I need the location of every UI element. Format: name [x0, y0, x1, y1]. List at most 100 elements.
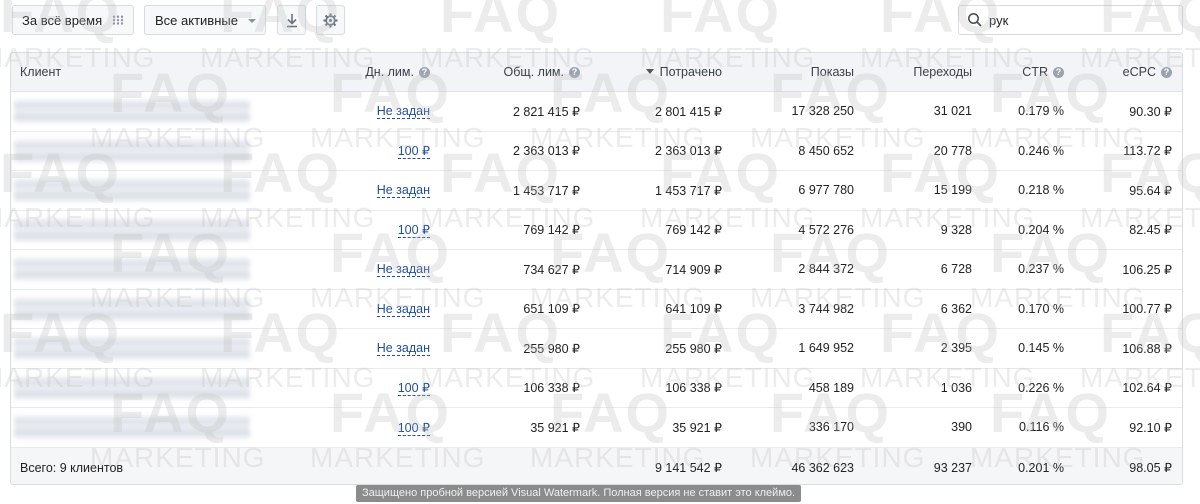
client-name-redacted[interactable]: [14, 374, 250, 401]
daily-limit-link[interactable]: 100 ₽: [397, 144, 430, 160]
ctr-cell: 0.218 %: [982, 170, 1074, 211]
gear-icon: [323, 12, 338, 28]
chevron-down-icon: [248, 19, 256, 23]
column-header-impressions[interactable]: Показы: [732, 53, 864, 92]
clicks-cell: 390: [864, 407, 982, 448]
spent-cell: 106 338 ₽: [590, 368, 732, 408]
client-name-redacted[interactable]: [14, 414, 250, 441]
table-row[interactable]: Не задан 1 453 717 ₽1 453 717 ₽6 977 780 1…: [11, 170, 1182, 211]
spent-cell: 714 909 ₽: [590, 249, 732, 290]
clicks-cell: 6 728: [864, 249, 982, 290]
daily-limit-link[interactable]: Не задан: [376, 301, 430, 317]
table-row[interactable]: Не задан 2 821 415 ₽2 801 415 ₽17 328 250…: [11, 91, 1182, 132]
download-button[interactable]: [277, 5, 306, 35]
daily-limit-cell: Не задан: [239, 170, 440, 211]
daily-limit-link[interactable]: Не задан: [376, 183, 430, 199]
daily-limit-link[interactable]: Не задан: [376, 104, 430, 120]
daily-limit-cell: Не задан: [239, 249, 440, 290]
clicks-cell: 6 362: [864, 289, 982, 329]
column-header-ecpc-label: eCPC: [1122, 65, 1156, 79]
spent-cell: 1 453 717 ₽: [590, 170, 732, 211]
column-header-ecpc[interactable]: eCPC?: [1074, 53, 1182, 92]
status-filter-dropdown[interactable]: Все активные: [144, 5, 266, 35]
table-row[interactable]: 100 ₽35 921 ₽35 921 ₽336 170 390 0.116 % 92…: [11, 407, 1182, 448]
table-row[interactable]: 100 ₽2 363 013 ₽2 363 013 ₽8 450 652 20 7…: [11, 131, 1182, 171]
impressions-cell: 17 328 250: [732, 91, 864, 132]
status-filter-label: Все активные: [155, 12, 238, 28]
search-box[interactable]: [958, 5, 1183, 35]
client-name-redacted[interactable]: [14, 295, 250, 322]
spent-cell: 2 363 013 ₽: [590, 131, 732, 171]
table-header-row: Клиент Дн. лим.? Общ. лим.? Потрачено По…: [11, 53, 1182, 92]
client-name-cell: [11, 368, 250, 408]
column-header-ctr[interactable]: CTR?: [982, 53, 1074, 92]
column-header-client[interactable]: Клиент: [11, 53, 239, 92]
ecpc-cell: 106.25 ₽: [1074, 249, 1182, 290]
client-name-redacted[interactable]: [14, 216, 250, 243]
ecpc-cell: 113.72 ₽: [1074, 131, 1182, 171]
spent-cell: 2 801 415 ₽: [590, 91, 732, 132]
search-input[interactable]: [989, 12, 1169, 28]
daily-limit-cell: Не задан: [239, 91, 440, 132]
totals-ecpc: 98.05 ₽: [1074, 447, 1182, 484]
column-header-total-limit-label: Общ. лим.: [503, 65, 564, 79]
client-name-cell: [11, 407, 250, 448]
column-header-clicks-label: Переходы: [913, 65, 972, 79]
ecpc-cell: 90.30 ₽: [1074, 91, 1182, 132]
grid-dots-icon: [112, 15, 124, 25]
column-header-ctr-label: CTR: [1022, 65, 1048, 79]
period-filter-button[interactable]: За всё время: [12, 5, 134, 35]
help-icon[interactable]: ?: [1053, 67, 1064, 78]
impressions-cell: 1 649 952: [732, 328, 864, 369]
table-row[interactable]: Не задан 255 980 ₽255 980 ₽1 649 952 2 395…: [11, 328, 1182, 369]
table-row[interactable]: 100 ₽106 338 ₽106 338 ₽458 189 1 036 0.226…: [11, 368, 1182, 408]
impressions-cell: 6 977 780: [732, 170, 864, 211]
settings-button[interactable]: [316, 5, 345, 35]
search-icon: [968, 13, 982, 27]
impressions-cell: 4 572 276: [732, 210, 864, 250]
ecpc-cell: 106.88 ₽: [1074, 328, 1182, 369]
client-name-cell: [11, 131, 250, 171]
column-header-spent[interactable]: Потрачено: [590, 53, 732, 92]
table-row[interactable]: 100 ₽769 142 ₽769 142 ₽4 572 276 9 328 0.2…: [11, 210, 1182, 250]
clicks-cell: 31 021: [864, 91, 982, 132]
daily-limit-link[interactable]: 100 ₽: [397, 420, 430, 436]
ctr-cell: 0.116 %: [982, 407, 1074, 448]
ecpc-cell: 92.10 ₽: [1074, 407, 1182, 448]
totals-clicks: 93 237: [864, 447, 982, 484]
help-icon[interactable]: ?: [419, 67, 430, 78]
column-header-clicks[interactable]: Переходы: [864, 53, 982, 92]
table-row[interactable]: Не задан 651 109 ₽641 109 ₽3 744 982 6 362…: [11, 289, 1182, 329]
column-header-daily-limit[interactable]: Дн. лим.?: [239, 53, 440, 92]
daily-limit-link[interactable]: 100 ₽: [397, 223, 430, 239]
client-name-redacted[interactable]: [14, 98, 250, 125]
table-row[interactable]: Не задан 734 627 ₽714 909 ₽2 844 372 6 728…: [11, 249, 1182, 290]
download-icon: [286, 13, 297, 27]
daily-limit-link[interactable]: Не задан: [376, 341, 430, 357]
spent-cell: 255 980 ₽: [590, 328, 732, 369]
ctr-cell: 0.170 %: [982, 289, 1074, 329]
client-name-redacted[interactable]: [14, 335, 250, 362]
ecpc-cell: 100.77 ₽: [1074, 289, 1182, 329]
clicks-cell: 1 036: [864, 368, 982, 408]
spent-cell: 35 921 ₽: [590, 407, 732, 448]
help-icon[interactable]: ?: [569, 67, 580, 78]
daily-limit-cell: 100 ₽: [239, 407, 440, 448]
help-icon[interactable]: ?: [1161, 67, 1172, 78]
daily-limit-cell: 100 ₽: [239, 210, 440, 250]
client-name-redacted[interactable]: [14, 177, 250, 204]
daily-limit-cell: 100 ₽: [239, 131, 440, 171]
client-name-redacted[interactable]: [14, 137, 250, 164]
ctr-cell: 0.204 %: [982, 210, 1074, 250]
impressions-cell: 336 170: [732, 407, 864, 448]
daily-limit-link[interactable]: Не задан: [376, 262, 430, 278]
client-name-redacted[interactable]: [14, 256, 250, 283]
clients-table: Клиент Дн. лим.? Общ. лим.? Потрачено По…: [10, 52, 1183, 485]
column-header-client-label: Клиент: [20, 65, 62, 79]
client-name-cell: [11, 328, 250, 369]
total-limit-cell: 1 453 717 ₽: [440, 170, 590, 211]
daily-limit-link[interactable]: 100 ₽: [397, 381, 430, 397]
column-header-total-limit[interactable]: Общ. лим.?: [440, 53, 590, 92]
total-limit-cell: 2 363 013 ₽: [440, 131, 590, 171]
toolbar: За всё время Все активные: [0, 0, 1200, 42]
